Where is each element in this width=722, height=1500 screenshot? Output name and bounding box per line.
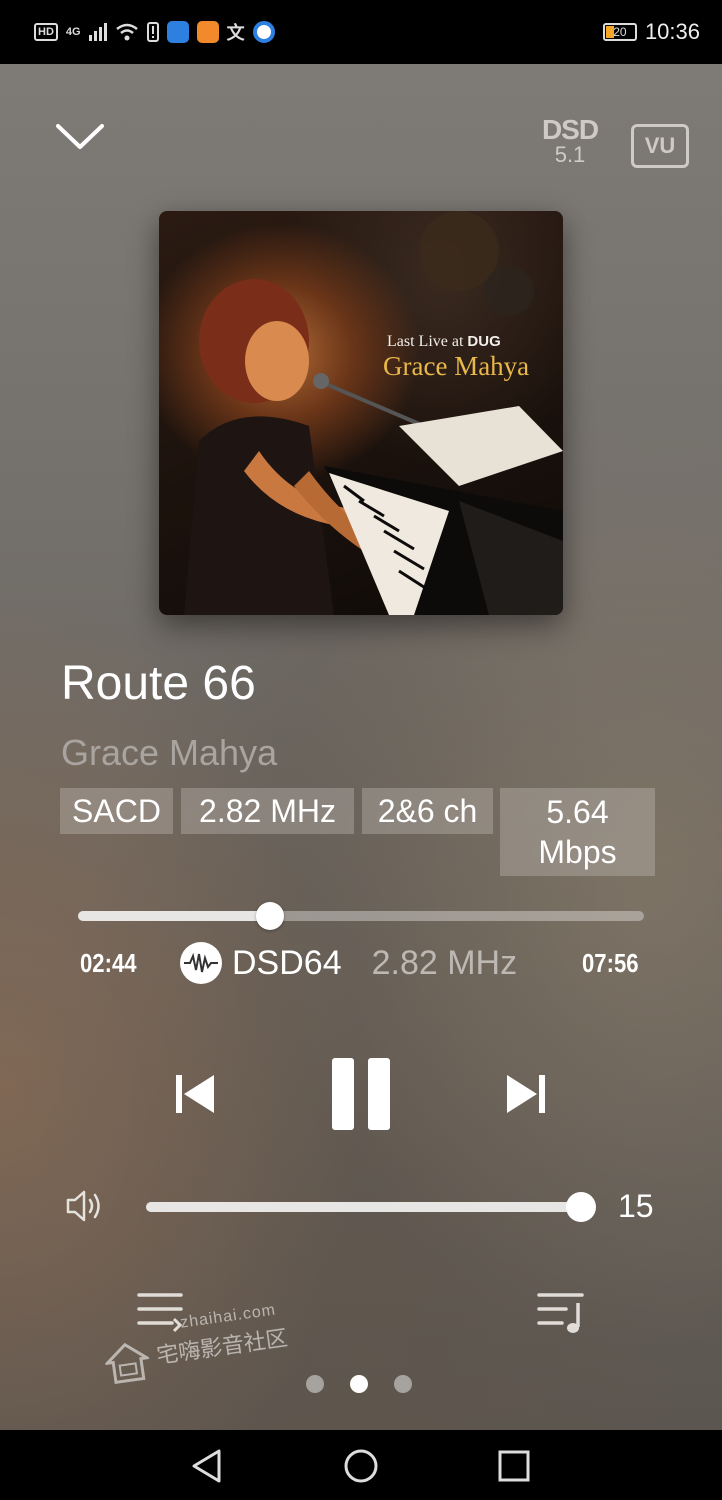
- network-type: 4G: [65, 26, 81, 38]
- volume-value: 15: [618, 1188, 654, 1224]
- cover-artist-name: Grace Mahya: [383, 351, 530, 381]
- progress-fill: [78, 911, 270, 921]
- video-app-icon: [196, 21, 219, 43]
- recents-icon[interactable]: [496, 1448, 532, 1484]
- total-time: 07:56: [582, 948, 639, 978]
- tag-channels: 2&6 ch: [362, 788, 493, 834]
- page-indicator: [306, 1375, 412, 1393]
- dsd-badge-label: DSD: [541, 114, 599, 145]
- waveform-icon: [180, 942, 222, 984]
- pause-icon[interactable]: [330, 1056, 392, 1132]
- playback-list-icon[interactable]: [136, 1289, 184, 1335]
- battery-level: 20: [613, 25, 627, 39]
- status-bar: HD 4G 文 20 10:36: [0, 0, 722, 64]
- clock: 10:36: [644, 19, 700, 44]
- home-icon[interactable]: [343, 1448, 379, 1484]
- navigation-bar: [0, 1430, 722, 1500]
- back-icon[interactable]: [189, 1448, 225, 1484]
- signal-icon: [88, 23, 107, 41]
- progress-knob[interactable]: [256, 902, 284, 930]
- bitrate-value: 5.64: [546, 794, 609, 830]
- audio-sample-rate: 2.82 MHz: [371, 943, 518, 982]
- tag-bitrate: 5.64 Mbps: [500, 788, 655, 876]
- hd-indicator: HD: [34, 23, 58, 41]
- battery-icon: 20: [602, 23, 637, 41]
- browser-app-icon: [252, 21, 275, 43]
- vu-meter-button[interactable]: VU: [631, 124, 689, 168]
- progress-slider[interactable]: [78, 902, 644, 930]
- watermark-logo: [103, 1342, 152, 1385]
- cover-subtitle-prefix: Last Live at: [387, 333, 468, 350]
- volume-knob[interactable]: [566, 1192, 596, 1222]
- bitrate-unit: Mbps: [538, 834, 617, 870]
- wen-app-icon: 文: [226, 23, 245, 44]
- next-track-icon[interactable]: [505, 1072, 549, 1116]
- elapsed-time: 02:44: [80, 948, 137, 978]
- volume-slider[interactable]: [146, 1192, 596, 1222]
- audio-format: DSD64: [232, 943, 342, 982]
- page-dot[interactable]: [306, 1375, 324, 1393]
- status-bar-right: 20 10:36: [602, 19, 700, 45]
- wifi-icon: [115, 23, 138, 41]
- playlist-icon[interactable]: [536, 1289, 588, 1335]
- track-title: Route 66: [61, 657, 256, 710]
- track-artist[interactable]: Grace Mahya: [61, 732, 277, 774]
- tag-sample-rate: 2.82 MHz: [181, 788, 354, 834]
- previous-track-icon[interactable]: [172, 1072, 216, 1116]
- cover-venue: DUG: [467, 333, 501, 350]
- volume-fill: [146, 1202, 586, 1212]
- volume-icon[interactable]: [65, 1188, 107, 1224]
- tag-source: SACD: [60, 788, 173, 834]
- alert-icon: [146, 22, 159, 42]
- cloud-app-icon: [166, 21, 189, 43]
- format-info: DSD64 2.82 MHz: [180, 942, 517, 984]
- now-playing-screen: DSD 5.1 VU Last Live at DUG Grace Mahya …: [0, 64, 722, 1430]
- cover-artwork: [184, 211, 563, 615]
- status-bar-left: HD 4G 文: [34, 19, 275, 45]
- album-cover: Last Live at DUG Grace Mahya: [159, 211, 563, 615]
- cover-subtitle: Last Live at DUG: [387, 333, 501, 351]
- dsd-channel-badge[interactable]: DSD 5.1: [538, 116, 602, 166]
- dsd-badge-channels: 5.1: [554, 142, 586, 167]
- collapse-chevron-icon[interactable]: [55, 122, 105, 152]
- page-dot[interactable]: [394, 1375, 412, 1393]
- page-dot-active[interactable]: [350, 1375, 368, 1393]
